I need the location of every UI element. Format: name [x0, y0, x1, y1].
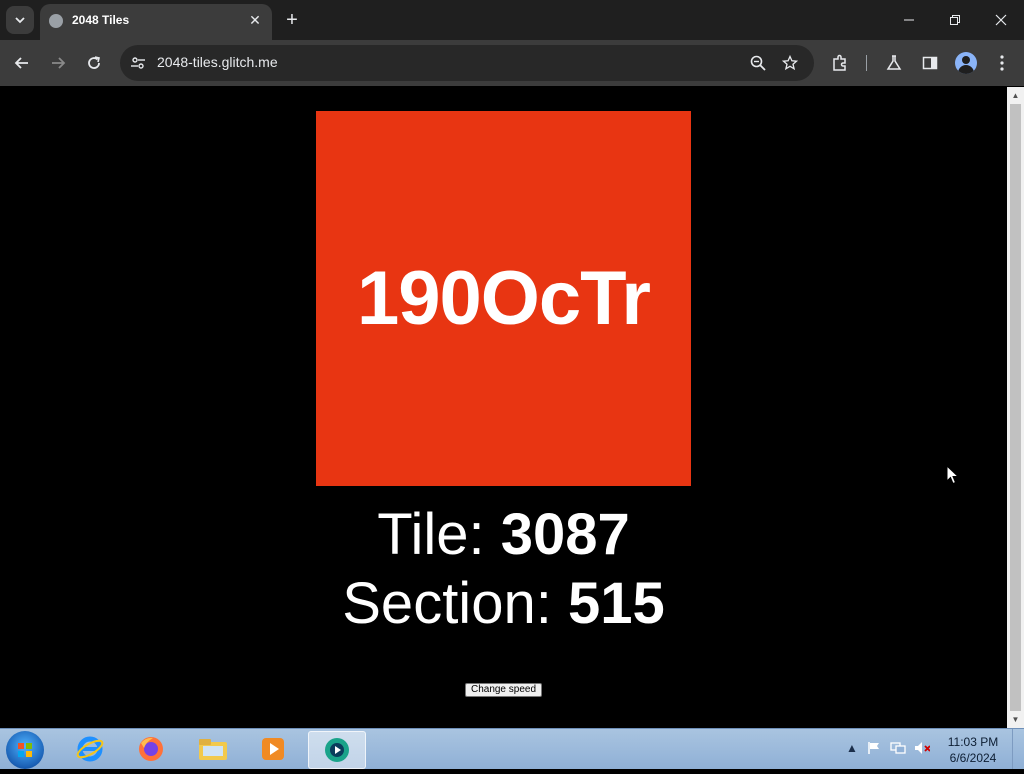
- zoom-out-icon: [750, 55, 766, 71]
- section-number-label: Section:: [342, 571, 552, 636]
- media-player-icon: [262, 738, 284, 760]
- taskbar: ▲ 11:03 PM 6/6/2024: [0, 728, 1024, 769]
- site-info-button[interactable]: [128, 53, 148, 73]
- network-icon[interactable]: [890, 740, 906, 756]
- new-tab-button[interactable]: +: [280, 8, 304, 32]
- flask-icon: [886, 55, 902, 70]
- tile-number-value: 3087: [500, 502, 630, 567]
- page-scrollbar[interactable]: ▲ ▼: [1007, 87, 1024, 728]
- scroll-up-arrow-icon[interactable]: ▲: [1007, 87, 1024, 104]
- plus-icon: +: [286, 8, 298, 31]
- tile-number-label: Tile:: [377, 502, 485, 567]
- minimize-button[interactable]: [886, 0, 932, 40]
- labs-button[interactable]: [882, 51, 906, 75]
- start-button[interactable]: [6, 731, 44, 769]
- minimize-icon: [904, 19, 914, 21]
- windows-logo-icon: [18, 743, 32, 757]
- change-speed-button[interactable]: Change speed: [465, 683, 542, 697]
- system-clock[interactable]: 11:03 PM 6/6/2024: [936, 734, 1010, 766]
- volume-muted-icon[interactable]: [914, 740, 930, 756]
- section-number-line: Section: 515: [0, 569, 1007, 639]
- browser-app-icon: [325, 738, 349, 762]
- url-text[interactable]: 2048-tiles.glitch.me: [157, 54, 278, 70]
- tab-search-button[interactable]: [6, 6, 34, 34]
- restore-icon: [950, 15, 960, 25]
- address-bar[interactable]: 2048-tiles.glitch.me: [120, 45, 814, 81]
- scroll-thumb[interactable]: [1010, 104, 1021, 711]
- browser-tab[interactable]: 2048 Tiles ✕: [40, 4, 272, 40]
- bookmark-button[interactable]: [779, 52, 801, 74]
- reload-button[interactable]: [80, 49, 108, 77]
- taskbar-media-player[interactable]: [245, 731, 301, 767]
- person-icon: [962, 56, 970, 64]
- scroll-down-arrow-icon[interactable]: ▼: [1007, 711, 1024, 728]
- back-button[interactable]: [8, 49, 36, 77]
- mouse-cursor-icon: [946, 465, 960, 485]
- globe-icon: [49, 14, 63, 28]
- clock-time: 11:03 PM: [947, 735, 999, 749]
- browser-menu-button[interactable]: [990, 51, 1014, 75]
- zoom-button[interactable]: [747, 52, 769, 74]
- tile-label: 190OcTr: [357, 256, 651, 341]
- show-hidden-icons-arrow-icon[interactable]: ▲: [844, 740, 860, 756]
- folder-icon: [199, 739, 227, 760]
- show-desktop-button[interactable]: [1012, 729, 1024, 769]
- taskbar-internet-explorer[interactable]: [62, 731, 118, 767]
- restore-button[interactable]: [932, 0, 978, 40]
- tile-display: 190OcTr: [316, 111, 691, 486]
- close-window-button[interactable]: [978, 0, 1024, 40]
- arrow-left-icon: [14, 57, 28, 69]
- star-icon: [782, 55, 798, 71]
- firefox-icon: [139, 737, 163, 761]
- chevron-down-icon: [15, 17, 25, 24]
- page-viewport: 190OcTr Tile: 3087 Section: 515 Change s…: [0, 87, 1007, 728]
- browser-toolbar: 2048-tiles.glitch.me: [0, 40, 1024, 86]
- internet-explorer-icon: [76, 736, 104, 762]
- profile-avatar[interactable]: [955, 52, 977, 74]
- extensions-button[interactable]: [828, 51, 852, 75]
- section-number-value: 515: [567, 571, 665, 636]
- close-icon: ✕: [249, 11, 261, 28]
- close-tab-button[interactable]: ✕: [246, 11, 264, 29]
- toolbar-divider: [866, 55, 867, 71]
- side-panel-icon: [922, 56, 938, 70]
- tab-title: 2048 Tiles: [72, 13, 130, 27]
- close-icon: [995, 14, 1007, 26]
- puzzle-icon: [833, 54, 846, 71]
- clock-date: 6/6/2024: [949, 751, 997, 765]
- action-center-flag-icon[interactable]: [866, 740, 882, 756]
- side-panel-button[interactable]: [918, 51, 942, 75]
- tile-number-line: Tile: 3087: [0, 500, 1007, 570]
- taskbar-browser-app[interactable]: [308, 731, 366, 769]
- taskbar-firefox[interactable]: [123, 731, 179, 767]
- more-vert-icon: [1000, 55, 1004, 71]
- arrow-right-icon: [52, 57, 66, 69]
- taskbar-file-explorer[interactable]: [185, 731, 241, 767]
- forward-button[interactable]: [44, 49, 72, 77]
- reload-icon: [88, 56, 100, 69]
- tune-icon: [131, 57, 145, 69]
- tab-strip: 2048 Tiles ✕ +: [0, 0, 1024, 40]
